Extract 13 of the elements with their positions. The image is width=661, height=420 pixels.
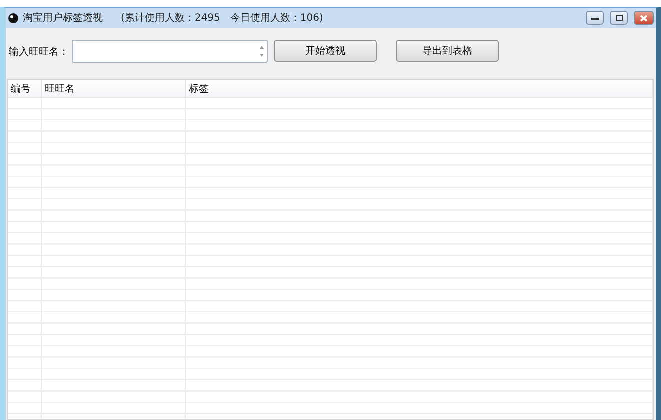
window-title: 淘宝用户标签透视 <box>23 12 103 25</box>
action-button[interactable]: 开始透视 <box>274 40 377 62</box>
minimize-button[interactable] <box>586 11 604 25</box>
action-button[interactable]: 导出到表格 <box>396 40 499 62</box>
usage-stats: (累计使用人数：2495 今日使用人数：106) <box>121 12 324 25</box>
input-field[interactable] <box>72 40 268 63</box>
close-icon <box>640 14 648 22</box>
minimize-icon <box>591 16 599 20</box>
close-button[interactable] <box>634 11 654 25</box>
maximize-icon <box>616 15 622 21</box>
app-icon <box>8 12 19 24</box>
maximize-button[interactable] <box>610 11 628 25</box>
input-label: 输入旺旺名： <box>9 46 69 59</box>
